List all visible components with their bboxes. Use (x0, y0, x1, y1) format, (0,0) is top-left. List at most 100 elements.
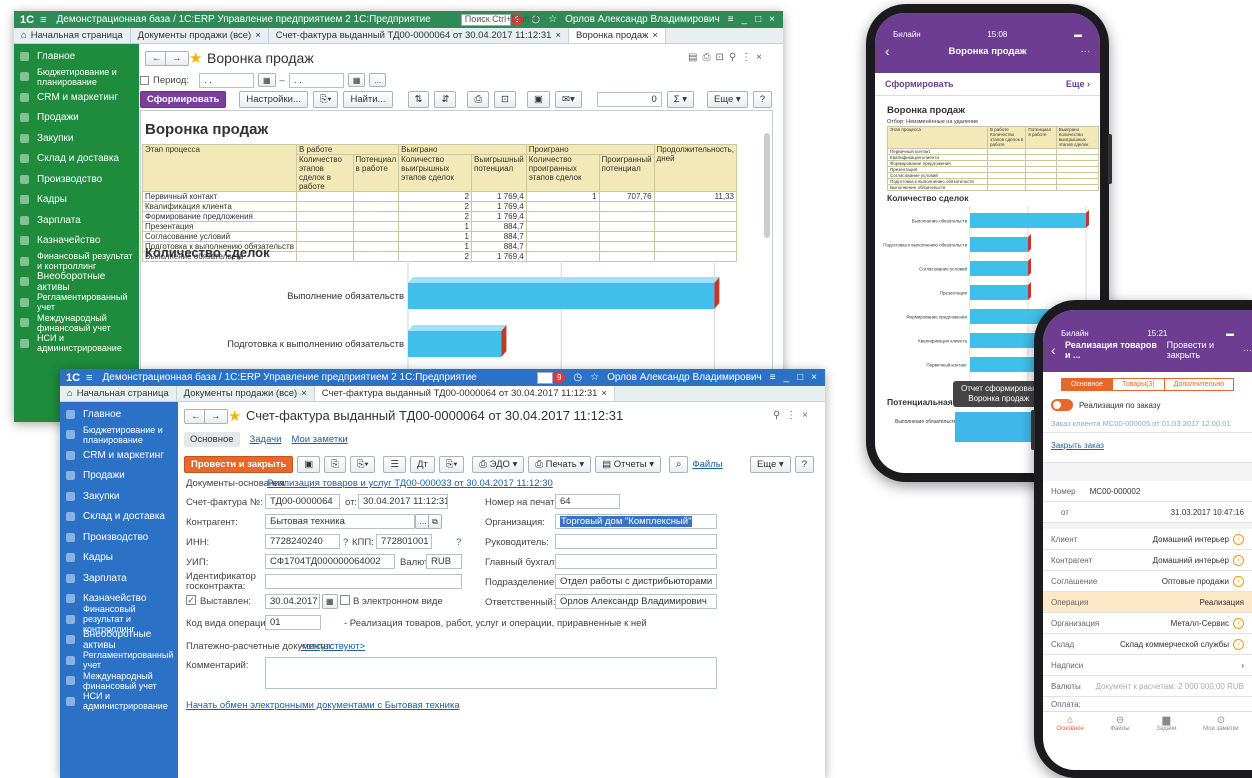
back-icon[interactable]: ‹ (1051, 342, 1056, 358)
form-actions-icons[interactable]: ▤⎙⊡⚲⋮× (688, 52, 767, 63)
favorite-star-icon[interactable]: ★ (228, 407, 241, 425)
division-input[interactable]: Отдел работы с дистрибьюторами (555, 574, 717, 589)
files-link[interactable]: Файлы (692, 459, 722, 470)
close-order-link[interactable]: Закрыть заказ (1043, 433, 1252, 463)
sidebar-item[interactable]: Склад и доставка (60, 507, 178, 528)
org-input[interactable]: Торговый дом "Комплексный" (555, 514, 717, 529)
attribute-row[interactable]: Надписи › (1043, 655, 1252, 676)
settings-button[interactable]: Настройки... (239, 90, 308, 108)
tab-main[interactable]: Основное (1060, 378, 1114, 391)
sidebar-item[interactable]: НСИ и администрирование (60, 691, 178, 712)
attribute-row[interactable]: Организация Металл-Сервис › (1043, 613, 1252, 634)
sidebar-item[interactable]: Регламентированный учет (14, 292, 139, 313)
period-select-button[interactable]: ... (369, 73, 387, 87)
subtab-main[interactable]: Основное (184, 431, 240, 447)
basis-link[interactable]: Реализация товаров и услуг ТД00-000033 о… (267, 478, 553, 489)
global-search-input[interactable]: Поиск Ctrl+Shift+F (460, 13, 540, 26)
sidebar-item[interactable]: CRM и маркетинг (14, 87, 139, 108)
scrollbar[interactable] (764, 133, 770, 238)
kpp-input[interactable]: 772801001 (376, 534, 432, 549)
expand-groups-button[interactable]: ⇅ (407, 90, 430, 108)
chevron-right-icon[interactable]: › (1241, 661, 1244, 670)
open-icon[interactable]: › (1233, 638, 1244, 650)
sidebar-item[interactable]: Склад и доставка (14, 149, 139, 170)
invoice-no-input[interactable]: ТД00-0000064 (265, 494, 340, 509)
subtab-tasks[interactable]: Задачи (250, 434, 282, 445)
issued-checkbox[interactable]: ✓ (186, 595, 196, 605)
tab-invoice[interactable]: Счет-фактура выданный ТД00-0000064 от 30… (314, 386, 615, 401)
more-dots-icon[interactable]: ··· (1243, 345, 1252, 355)
print-button[interactable]: ⎙ (467, 90, 490, 108)
sidebar-item[interactable]: Внеоборотные активы (60, 629, 178, 651)
structure-button[interactable]: ⎘▾ (438, 455, 465, 473)
open-icon[interactable]: › (1233, 533, 1244, 545)
inn-input[interactable]: 7728240240 (265, 534, 340, 549)
help-button[interactable]: ? (752, 90, 772, 108)
post-close-button[interactable]: Провести и закрыть (1167, 340, 1239, 360)
tab-sales-docs[interactable]: Документы продажи (все) × (131, 28, 269, 43)
sidebar-item[interactable]: Продажи (14, 108, 139, 129)
attribute-row[interactable]: Контрагент Домашний интерьер › (1043, 550, 1252, 571)
menu-icon[interactable]: ≡ (86, 372, 92, 384)
history-icon[interactable]: ◷ (573, 372, 582, 383)
issued-date-input[interactable]: 30.04.2017 (265, 594, 320, 609)
sidebar-item[interactable]: Кадры (60, 548, 178, 569)
forward-button[interactable]: → (204, 409, 228, 424)
issued-calendar-button[interactable]: ▦ (322, 594, 338, 609)
comment-input[interactable] (265, 657, 717, 689)
variants-button[interactable]: ⎘▾ (312, 90, 339, 108)
forward-button[interactable]: → (165, 51, 189, 66)
sidebar-item[interactable]: Кадры (14, 190, 139, 211)
sidebar-item[interactable]: Главное (14, 46, 139, 67)
sidebar-item[interactable]: Финансовый результат и контроллинг (60, 604, 178, 634)
collapse-groups-button[interactable]: ⇵ (434, 90, 457, 108)
more-button[interactable]: Еще ▾ (749, 455, 791, 473)
tab-extra[interactable]: Дополнительно (1164, 378, 1235, 391)
user-name[interactable]: Орлов Александр Владимирович (607, 372, 762, 383)
attribute-row[interactable]: Соглашение Оптовые продажи › (1043, 571, 1252, 592)
post-and-close-button[interactable]: Провести и закрыть (184, 455, 294, 473)
sidebar-item[interactable]: Главное (60, 404, 178, 425)
save-button[interactable]: ▣ (297, 455, 321, 473)
by-order-toggle[interactable] (1051, 399, 1073, 411)
sidebar-item[interactable]: Регламентированный учет (60, 650, 178, 671)
preview-button[interactable]: ⊡ (494, 90, 517, 108)
bottom-tab-files[interactable]: ⊖ Файлы (1111, 715, 1130, 732)
post-button[interactable]: ⎘ (324, 455, 346, 473)
help-button[interactable]: ? (794, 455, 814, 473)
user-name[interactable]: Орлов Александр Владимирович (565, 14, 720, 25)
bottom-tab-tasks[interactable]: ▆ Задачи (1156, 715, 1176, 732)
sidebar-item[interactable]: НСИ и администрирование (14, 333, 139, 354)
sum-button[interactable]: Σ ▾ (666, 90, 695, 108)
attribute-row[interactable]: Склад Склад коммерческой службы › (1043, 634, 1252, 655)
dt-kt-button[interactable]: Дт (409, 455, 435, 473)
sidebar-item[interactable]: Закупки (60, 486, 178, 507)
number-value[interactable]: МС00-000002 (1090, 487, 1141, 496)
settings-menu-icon[interactable]: ≡ (770, 372, 776, 383)
electronic-checkbox[interactable] (340, 595, 350, 605)
attach-button[interactable]: ⌕ (669, 455, 689, 473)
govcontract-input[interactable] (265, 574, 462, 589)
sidebar-item[interactable]: Продажи (60, 466, 178, 487)
open-icon[interactable]: › (1233, 617, 1244, 629)
maximize-icon[interactable]: □ (755, 14, 761, 25)
generate-button[interactable]: Сформировать (140, 90, 227, 108)
chief-accountant-input[interactable] (555, 554, 717, 569)
period-from-input[interactable]: . . (198, 72, 254, 88)
sidebar-item[interactable]: Финансовый результат и контроллинг (14, 251, 139, 272)
date-value[interactable]: 31.03.2017 10:47:16 (1171, 508, 1244, 517)
more-button[interactable]: Еще › (1066, 79, 1090, 89)
back-icon[interactable]: ‹ (885, 43, 890, 59)
notifications-badge[interactable]: 9 (552, 372, 566, 383)
global-search-input[interactable] (536, 371, 553, 384)
sidebar-item[interactable]: CRM и маркетинг (60, 445, 178, 466)
inn-help[interactable]: ? (343, 537, 348, 548)
close-icon[interactable]: × (811, 372, 817, 383)
tab-home[interactable]: ⌂ Начальная страница (14, 28, 131, 43)
close-icon[interactable]: × (769, 14, 775, 25)
invoice-date-input[interactable]: 30.04.2017 11:12:31 (358, 494, 448, 509)
kpp-help[interactable]: ? (456, 537, 461, 548)
order-line[interactable]: Заказ клиента МС00-000005 от 01.03.2017 … (1043, 415, 1252, 433)
tab-invoice[interactable]: Счет-фактура выданный ТД00-0000064 от 30… (269, 28, 569, 43)
open-icon[interactable]: › (1233, 575, 1244, 587)
